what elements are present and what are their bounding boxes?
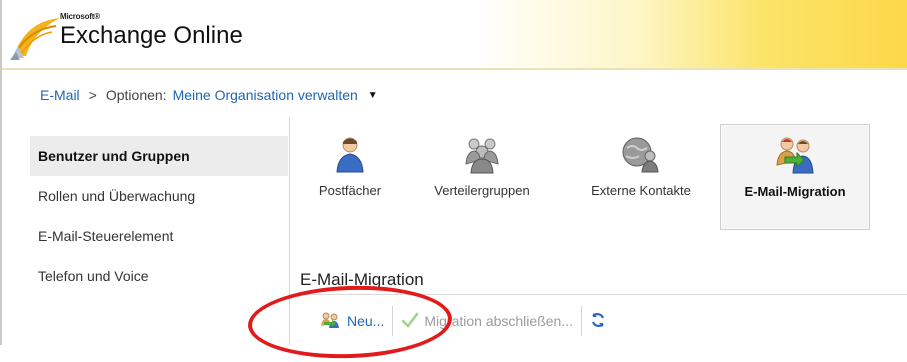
mailbox-user-icon bbox=[328, 134, 372, 174]
ribbon-mailboxes[interactable]: Postfächer bbox=[302, 124, 398, 228]
ribbon-distribution-groups[interactable]: Verteilergruppen bbox=[414, 124, 550, 228]
external-contact-icon bbox=[619, 134, 663, 174]
microsoft-brand-label: Microsoft® bbox=[60, 12, 100, 21]
mail-migration-icon bbox=[773, 135, 817, 175]
refresh-icon bbox=[590, 312, 606, 331]
breadcrumb-email-link[interactable]: E-Mail bbox=[40, 87, 80, 103]
product-title: Exchange Online bbox=[60, 22, 243, 49]
sidebar-item-phone-voice[interactable]: Telefon und Voice bbox=[30, 256, 288, 296]
caret-down-icon[interactable]: ▼ bbox=[368, 90, 378, 101]
window-left-border bbox=[0, 0, 2, 345]
sidebar-item-roles-audit[interactable]: Rollen und Überwachung bbox=[30, 176, 288, 216]
header-divider bbox=[0, 68, 907, 70]
refresh-button[interactable] bbox=[582, 306, 614, 336]
exchange-logo-icon bbox=[8, 12, 66, 62]
breadcrumb-organization-link[interactable]: Meine Organisation verwalten bbox=[173, 87, 358, 103]
breadcrumb: E-Mail > Optionen: Meine Organisation ve… bbox=[40, 87, 378, 103]
sidebar-item-users-groups[interactable]: Benutzer und Gruppen bbox=[30, 136, 288, 176]
ribbon-mailboxes-label: Postfächer bbox=[318, 183, 382, 198]
sidebar-item-mail-control[interactable]: E-Mail-Steuerelement bbox=[30, 216, 288, 256]
distribution-group-icon bbox=[460, 134, 504, 174]
ribbon-distribution-groups-label: Verteilergruppen bbox=[434, 183, 530, 198]
breadcrumb-separator: > bbox=[88, 87, 97, 103]
sidebar: Benutzer und Gruppen Rollen und Überwach… bbox=[30, 136, 288, 296]
ribbon-external-contacts[interactable]: Externe Kontakte bbox=[572, 124, 710, 228]
ribbon-mail-migration-label: E-Mail-Migration bbox=[744, 184, 846, 199]
ribbon-external-contacts-label: Externe Kontakte bbox=[591, 183, 691, 198]
ribbon-mail-migration[interactable]: E-Mail-Migration bbox=[720, 124, 870, 230]
breadcrumb-options-label: Optionen: bbox=[105, 87, 167, 103]
